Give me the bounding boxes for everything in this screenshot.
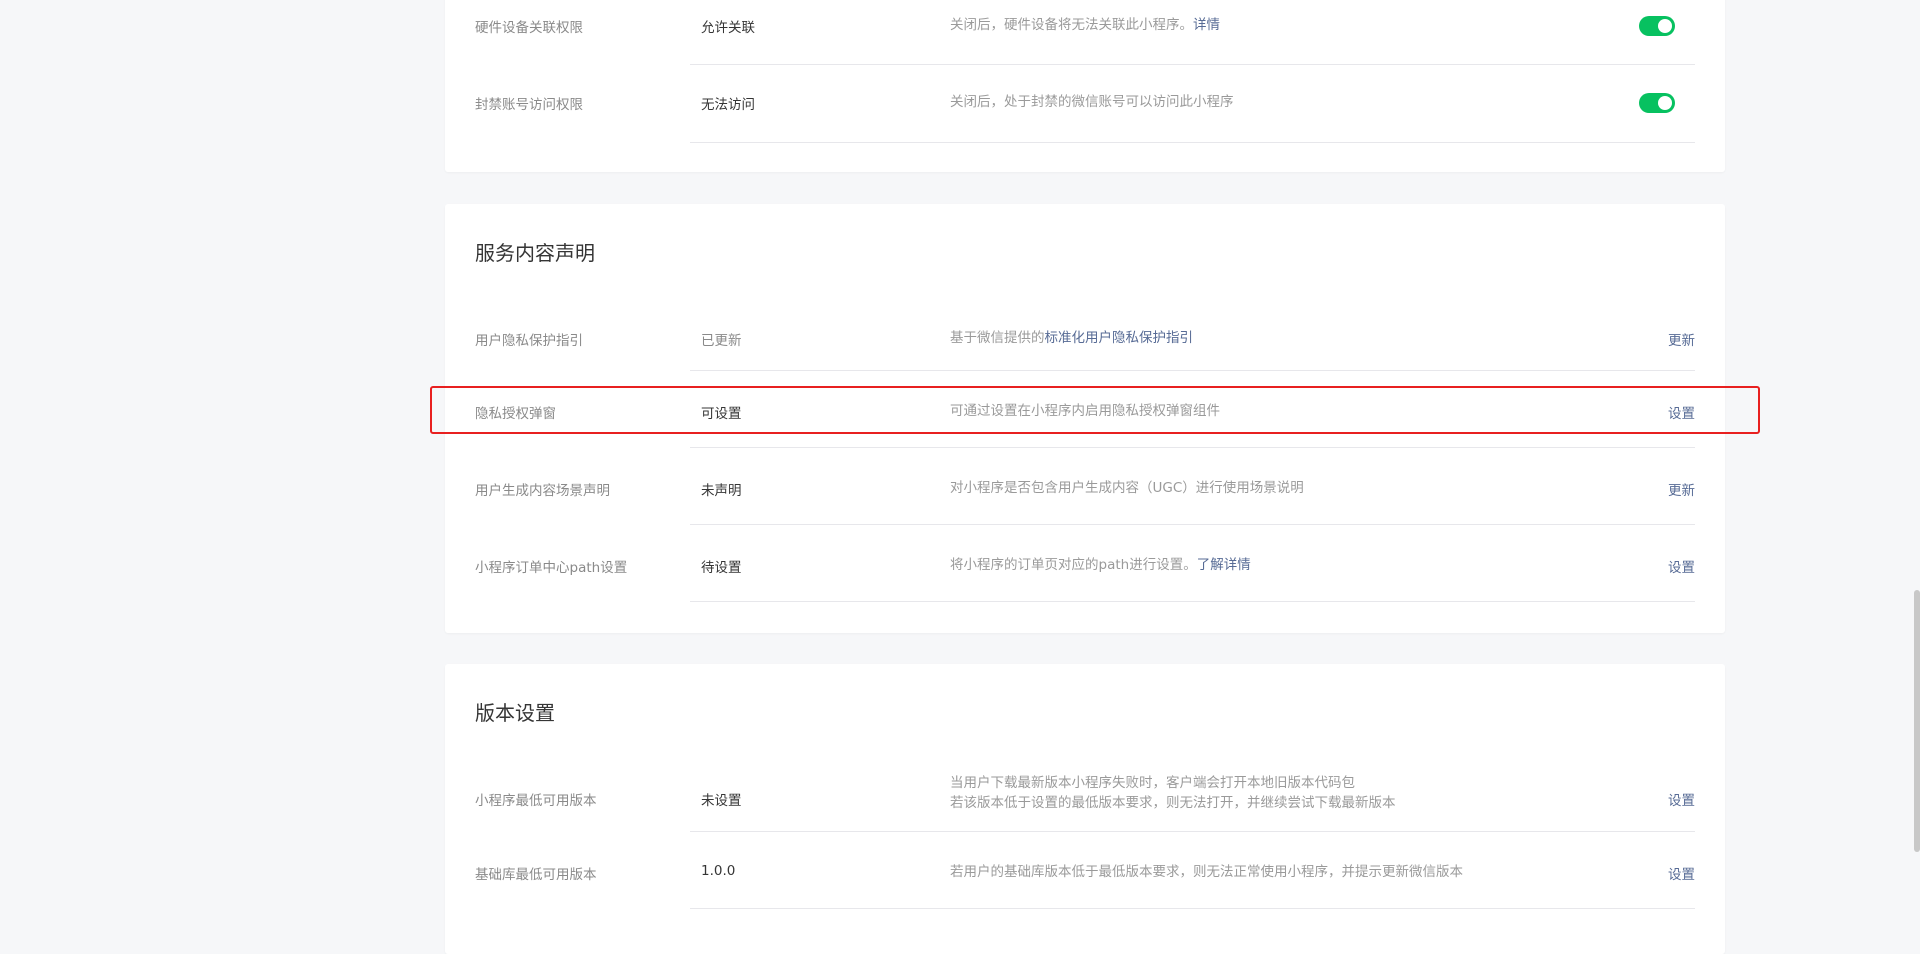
permissions-card: 硬件设备关联权限 允许关联 关闭后，硬件设备将无法关联此小程序。详情 封禁账号访… [445, 0, 1725, 172]
row-divider [690, 601, 1695, 602]
row-description: 关闭后，处于封禁的微信账号可以访问此小程序 [950, 94, 1234, 110]
row-status: 未设置 [701, 793, 742, 809]
toggle-knob [1658, 19, 1672, 33]
row-label: 隐私授权弹窗 [475, 406, 556, 422]
row-description: 关闭后，硬件设备将无法关联此小程序。详情 [950, 15, 1220, 35]
order-path-settings-button[interactable]: 设置 [1668, 556, 1695, 576]
row-label: 用户隐私保护指引 [475, 333, 583, 349]
service-declaration-card: 服务内容声明 用户隐私保护指引 已更新 基于微信提供的标准化用户隐私保护指引 更… [445, 204, 1725, 633]
permission-row-banned-account: 封禁账号访问权限 无法访问 关闭后，处于封禁的微信账号可以访问此小程序 [445, 65, 1725, 142]
row-label: 小程序订单中心path设置 [475, 560, 628, 576]
row-description: 对小程序是否包含用户生成内容（UGC）进行使用场景说明 [950, 480, 1304, 496]
service-row-ugc: 用户生成内容场景声明 未声明 对小程序是否包含用户生成内容（UGC）进行使用场景… [445, 448, 1725, 525]
row-divider [690, 142, 1695, 143]
row-label: 封禁账号访问权限 [475, 97, 583, 113]
privacy-popup-settings-button[interactable]: 设置 [1668, 402, 1695, 422]
row-description: 若用户的基础库版本低于最低版本要求，则无法正常使用小程序，并提示更新微信版本 [950, 864, 1463, 880]
row-status: 已更新 [701, 333, 742, 349]
hardware-permission-toggle[interactable] [1639, 16, 1675, 36]
service-row-order-path: 小程序订单中心path设置 待设置 将小程序的订单页对应的path进行设置。了解… [445, 525, 1725, 602]
service-row-privacy-guide: 用户隐私保护指引 已更新 基于微信提供的标准化用户隐私保护指引 更新 [445, 309, 1725, 369]
row-status: 允许关联 [701, 20, 755, 36]
version-settings-card: 版本设置 小程序最低可用版本 未设置 当用户下载最新版本小程序失败时，客户端会打… [445, 664, 1725, 954]
standard-privacy-guide-link[interactable]: 标准化用户隐私保护指引 [1045, 330, 1194, 346]
hardware-details-link[interactable]: 详情 [1193, 17, 1220, 33]
row-description: 当用户下载最新版本小程序失败时，客户端会打开本地旧版本代码包 若该版本低于设置的… [950, 773, 1396, 813]
row-description-text: 基于微信提供的 [950, 330, 1045, 346]
service-row-privacy-popup: 隐私授权弹窗 可设置 可通过设置在小程序内启用隐私授权弹窗组件 设置 [445, 371, 1725, 448]
section-title: 服务内容声明 [475, 241, 595, 265]
row-status: 可设置 [701, 406, 742, 422]
row-status: 待设置 [701, 560, 742, 576]
row-status: 1.0.0 [701, 863, 736, 879]
order-path-details-link[interactable]: 了解详情 [1197, 557, 1251, 573]
row-description-line-1: 当用户下载最新版本小程序失败时，客户端会打开本地旧版本代码包 [950, 775, 1355, 791]
row-label: 硬件设备关联权限 [475, 20, 583, 36]
min-app-version-settings-button[interactable]: 设置 [1668, 789, 1695, 809]
row-description-line-2: 若该版本低于设置的最低版本要求，则无法打开，并继续尝试下载最新版本 [950, 795, 1396, 811]
privacy-guide-update-button[interactable]: 更新 [1668, 329, 1695, 349]
min-lib-version-settings-button[interactable]: 设置 [1668, 863, 1695, 883]
row-label: 基础库最低可用版本 [475, 867, 597, 883]
row-divider [690, 908, 1695, 909]
permission-row-hardware: 硬件设备关联权限 允许关联 关闭后，硬件设备将无法关联此小程序。详情 [445, 0, 1725, 65]
row-description-text: 关闭后，硬件设备将无法关联此小程序。 [950, 17, 1193, 33]
ugc-update-button[interactable]: 更新 [1668, 479, 1695, 499]
row-description: 可通过设置在小程序内启用隐私授权弹窗组件 [950, 403, 1220, 419]
version-row-min-lib-version: 基础库最低可用版本 1.0.0 若用户的基础库版本低于最低版本要求，则无法正常使… [445, 832, 1725, 909]
row-label: 用户生成内容场景声明 [475, 483, 610, 499]
toggle-knob [1658, 96, 1672, 110]
row-status: 未声明 [701, 483, 742, 499]
section-title: 版本设置 [475, 701, 555, 725]
page-scrollbar[interactable] [1914, 590, 1920, 852]
row-description: 基于微信提供的标准化用户隐私保护指引 [950, 328, 1193, 348]
version-row-min-app-version: 小程序最低可用版本 未设置 当用户下载最新版本小程序失败时，客户端会打开本地旧版… [445, 769, 1725, 836]
banned-account-toggle[interactable] [1639, 93, 1675, 113]
row-description-text: 将小程序的订单页对应的path进行设置。 [950, 557, 1197, 573]
row-status: 无法访问 [701, 97, 755, 113]
row-label: 小程序最低可用版本 [475, 793, 597, 809]
row-description: 将小程序的订单页对应的path进行设置。了解详情 [950, 555, 1251, 575]
